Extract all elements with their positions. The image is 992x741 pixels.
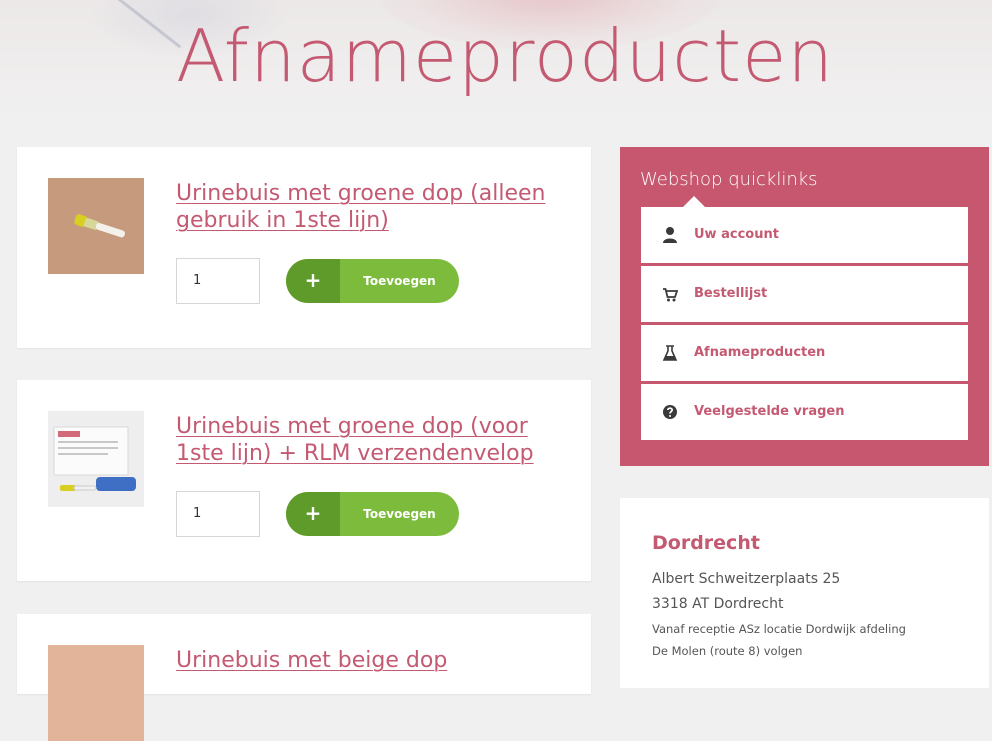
product-card: Urinebuis met beige dop [17, 614, 591, 741]
product-card: Urinebuis met groene dop (voor 1ste lijn… [17, 380, 591, 581]
location-title: Dordrecht [652, 532, 760, 554]
product-image[interactable] [48, 645, 144, 741]
flask-icon [662, 344, 678, 362]
product-name-line: Urinebuis met groene dop (voor [176, 414, 528, 439]
quicklink-afnameproducten[interactable]: Afnameproducten [641, 325, 968, 381]
product-name-link[interactable]: Urinebuis met groene dop (alleen gebruik… [176, 180, 576, 234]
page-title: Afnameproducten [175, 14, 835, 98]
add-to-cart-label: Toevoegen [363, 274, 436, 288]
product-image[interactable] [48, 178, 144, 274]
plus-icon: + [286, 492, 340, 536]
quicklink-uw-account[interactable]: Uw account [641, 207, 968, 263]
product-name-link[interactable]: Urinebuis met groene dop (voor 1ste lijn… [176, 413, 576, 467]
product-name-line: Urinebuis met groene dop (alleen [176, 181, 546, 206]
cart-icon [662, 285, 678, 303]
quicklink-bestellijst[interactable]: Bestellijst [641, 266, 968, 322]
user-icon [662, 226, 678, 244]
product-name-line: gebruik in 1ste lijn) [176, 208, 389, 233]
quantity-input[interactable]: 1 [176, 258, 260, 304]
question-circle-icon [662, 403, 678, 421]
quantity-input[interactable]: 1 [176, 491, 260, 537]
product-name-line: Urinebuis met beige dop [176, 648, 448, 673]
directions-text: Vanaf receptie ASz locatie Dordwijk afde… [652, 622, 906, 636]
quicklinks-list: Uw account Bestellijst Afnameproducten V… [641, 196, 968, 443]
webshop-quicklinks-panel: Webshop quicklinks Uw account Bestellijs… [620, 147, 989, 466]
quicklinks-title: Webshop quicklinks [640, 169, 818, 190]
add-to-cart-label: Toevoegen [363, 507, 436, 521]
add-to-cart-button[interactable]: + Toevoegen [286, 492, 459, 536]
quicklink-veelgestelde-vragen[interactable]: Veelgestelde vragen [641, 384, 968, 440]
address-line: Albert Schweitzerplaats 25 [652, 571, 841, 587]
directions-text: De Molen (route 8) volgen [652, 644, 803, 658]
quicklink-label: Afnameproducten [694, 345, 826, 360]
add-to-cart-button[interactable]: + Toevoegen [286, 259, 459, 303]
address-line: 3318 AT Dordrecht [652, 596, 784, 612]
product-card: Urinebuis met groene dop (alleen gebruik… [17, 147, 591, 348]
plus-icon: + [286, 259, 340, 303]
product-image[interactable] [48, 411, 144, 507]
location-card: Dordrecht Albert Schweitzerplaats 25 331… [620, 498, 989, 688]
product-name-link[interactable]: Urinebuis met beige dop [176, 647, 576, 674]
product-name-line: 1ste lijn) + RLM verzendenvelop [176, 441, 534, 466]
quicklink-label: Bestellijst [694, 286, 768, 301]
quicklink-label: Uw account [694, 227, 779, 242]
quicklink-label: Veelgestelde vragen [694, 404, 845, 419]
